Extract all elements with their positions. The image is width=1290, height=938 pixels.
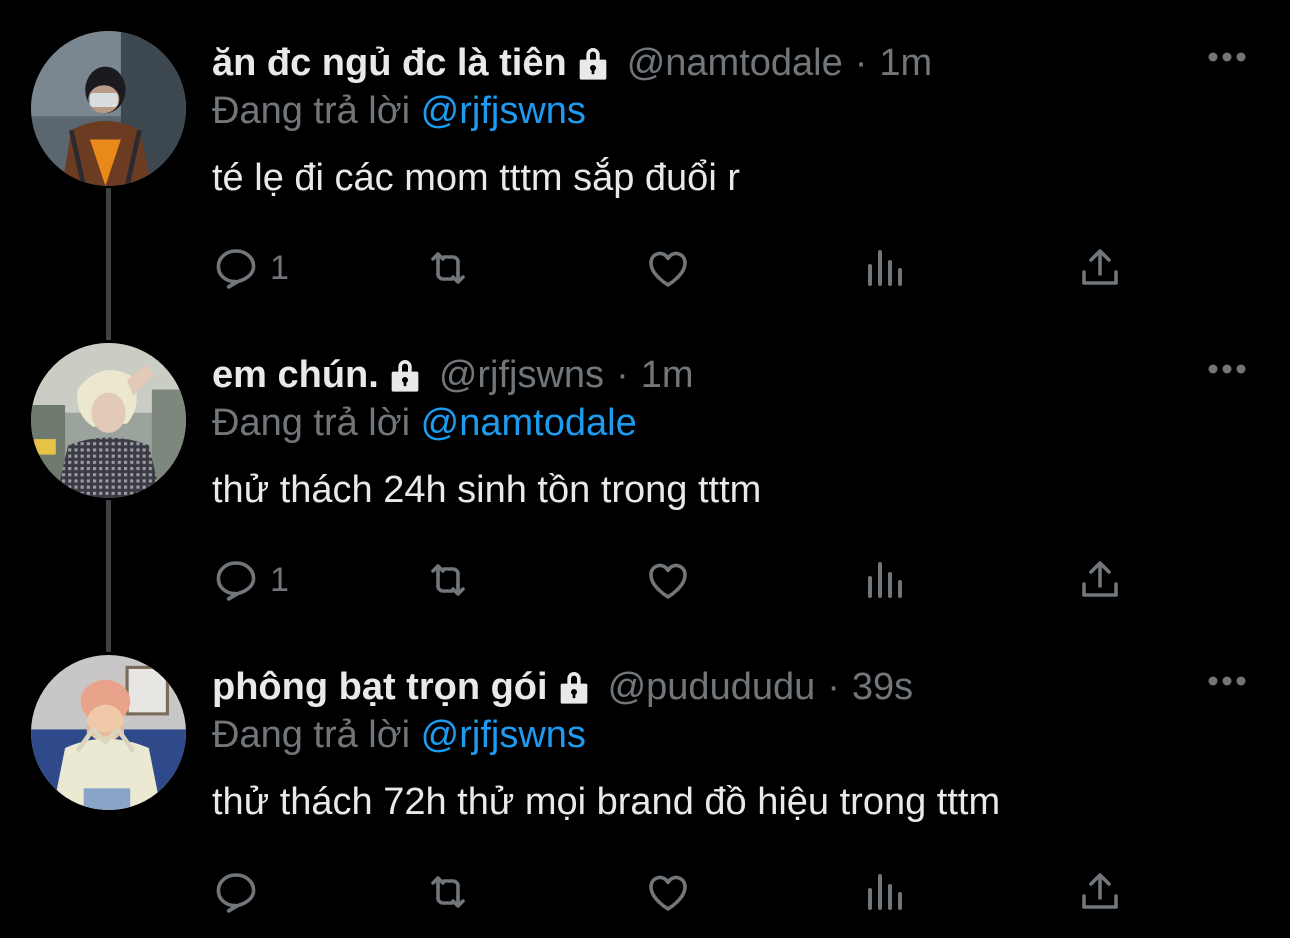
retweet-button[interactable] [424,240,472,296]
share-icon [1082,561,1118,597]
like-button[interactable] [644,240,692,296]
tweet-header: phông bạt trọn gói @pudududu · 39s [212,662,913,712]
like-icon [649,875,687,911]
more-dots-icon [1208,364,1246,374]
tweet-actions [212,864,1132,920]
tweet[interactable]: em chún. @rjfjswns · 1m Đang trả lời @na… [0,312,1290,624]
reply-icon [216,561,256,601]
replying-to-label: Đang trả lời [212,90,411,132]
tweet[interactable]: ăn đc ngủ đc là tiên @namtodale · 1m Đan… [0,0,1290,312]
more-dots-icon [1208,52,1246,62]
more-dots-icon [1208,676,1246,686]
retweet-icon [431,876,465,908]
views-icon [868,874,902,910]
tweet-text: thử thách 72h thử mọi brand đồ hiệu tron… [212,781,1001,823]
avatar[interactable] [31,655,186,810]
tweet[interactable]: phông bạt trọn gói @pudududu · 39s Đang … [0,624,1290,936]
more-options-button[interactable] [1204,354,1250,384]
timestamp[interactable]: 1m [641,350,694,400]
share-icon [1082,249,1118,285]
timestamp[interactable]: 39s [852,662,913,712]
display-name[interactable]: em chún. [212,350,379,400]
reply-count: 1 [270,248,289,287]
tweet-actions: 1 [212,552,1132,608]
tweet-text: té lẹ đi các mom tttm sắp đuổi r [212,157,740,199]
share-button[interactable] [1076,552,1124,608]
share-icon [1082,873,1118,909]
like-icon [649,563,687,599]
lock-icon [573,43,613,83]
separator-dot: · [616,354,629,396]
reply-icon [216,873,256,913]
separator-dot: · [827,666,840,708]
reply-count: 1 [270,560,289,599]
replying-to-mention[interactable]: @namtodale [421,402,637,444]
avatar[interactable] [31,31,186,186]
user-handle[interactable]: @namtodale [627,38,843,88]
more-options-button[interactable] [1204,666,1250,696]
reply-button[interactable]: 1 [212,552,289,608]
retweet-button[interactable] [424,864,472,920]
share-button[interactable] [1076,864,1124,920]
reply-icon [216,249,256,289]
display-name[interactable]: ăn đc ngủ đc là tiên [212,38,567,88]
reply-thread: ăn đc ngủ đc là tiên @namtodale · 1m Đan… [0,0,1290,938]
lock-icon [385,355,425,395]
replying-to-mention[interactable]: @rjfjswns [421,90,586,132]
replying-to-line: Đang trả lời @namtodale [212,398,637,448]
user-handle[interactable]: @rjfjswns [439,350,604,400]
more-options-button[interactable] [1204,42,1250,72]
views-button[interactable] [860,240,908,296]
tweet-actions: 1 [212,240,1132,296]
like-button[interactable] [644,552,692,608]
tweet-header: em chún. @rjfjswns · 1m [212,350,694,400]
replying-to-line: Đang trả lời @rjfjswns [212,86,586,136]
views-icon [868,562,902,598]
share-button[interactable] [1076,240,1124,296]
views-button[interactable] [860,864,908,920]
tweet-text: thử thách 24h sinh tồn trong tttm [212,469,762,511]
lock-icon [554,667,594,707]
tweet-header: ăn đc ngủ đc là tiên @namtodale · 1m [212,38,932,88]
replying-to-label: Đang trả lời [212,714,411,756]
retweet-icon [431,564,465,596]
replying-to-mention[interactable]: @rjfjswns [421,714,586,756]
views-icon [868,250,902,286]
timestamp[interactable]: 1m [879,38,932,88]
reply-button[interactable] [212,864,270,920]
retweet-button[interactable] [424,552,472,608]
user-handle[interactable]: @pudududu [608,662,816,712]
like-button[interactable] [644,864,692,920]
views-button[interactable] [860,552,908,608]
replying-to-label: Đang trả lời [212,402,411,444]
display-name[interactable]: phông bạt trọn gói [212,662,548,712]
replying-to-line: Đang trả lời @rjfjswns [212,710,586,760]
separator-dot: · [854,42,868,84]
reply-button[interactable]: 1 [212,240,289,296]
retweet-icon [431,252,465,284]
avatar[interactable] [31,343,186,498]
like-icon [649,251,687,287]
